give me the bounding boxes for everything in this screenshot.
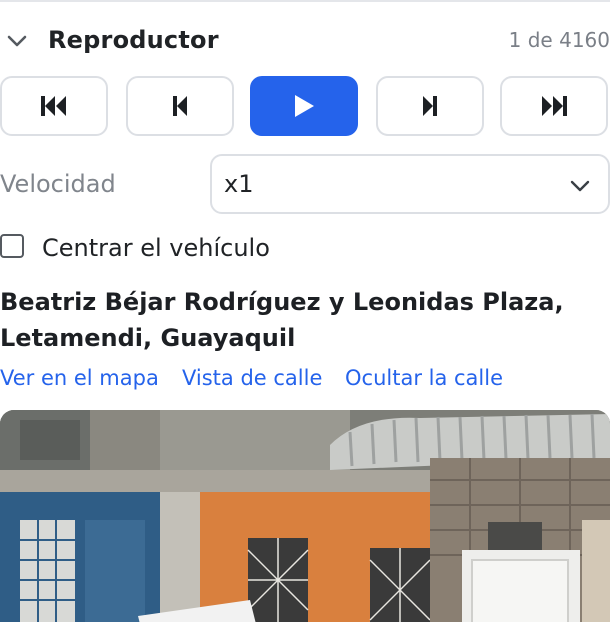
panel-title: Reproductor — [48, 26, 219, 54]
skip-to-end-icon — [542, 96, 567, 116]
step-back-icon — [173, 96, 187, 116]
street-view-image[interactable] — [0, 410, 610, 622]
first-button[interactable] — [0, 76, 108, 136]
location-links: Ver en el mapa Vista de calle Ocultar la… — [0, 366, 610, 398]
previous-button[interactable] — [126, 76, 234, 136]
panel-header: Reproductor 1 de 4160 — [0, 2, 610, 80]
chevron-down-icon — [7, 35, 27, 47]
play-button[interactable] — [250, 76, 358, 136]
center-vehicle-option: Centrar el vehículo — [0, 230, 300, 266]
chevron-down-icon — [570, 180, 590, 192]
collapse-toggle[interactable] — [0, 24, 34, 58]
speed-label: Velocidad — [0, 170, 116, 198]
street-view-link[interactable]: Vista de calle — [182, 366, 322, 390]
view-on-map-link[interactable]: Ver en el mapa — [0, 366, 159, 390]
player-panel: Reproductor 1 de 4160 Velocidad x1 Centr… — [0, 0, 610, 622]
hide-street-link[interactable]: Ocultar la calle — [345, 366, 503, 390]
speed-select[interactable]: x1 — [210, 154, 610, 214]
last-button[interactable] — [500, 76, 608, 136]
street-view-photo — [0, 410, 610, 622]
center-vehicle-label[interactable]: Centrar el vehículo — [42, 234, 270, 262]
address-line-1: Beatriz Béjar Rodríguez y Leonidas Plaza… — [0, 288, 564, 316]
center-vehicle-checkbox[interactable] — [0, 234, 24, 258]
position-counter: 1 de 4160 — [508, 28, 610, 52]
location-address: Beatriz Béjar Rodríguez y Leonidas Plaza… — [0, 284, 606, 356]
address-line-2: Letamendi, Guayaquil — [0, 324, 296, 352]
step-forward-icon — [423, 96, 437, 116]
play-icon — [295, 95, 314, 117]
next-button[interactable] — [376, 76, 484, 136]
speed-select-value: x1 — [224, 170, 254, 198]
skip-to-start-icon — [41, 96, 66, 116]
playback-controls — [0, 76, 610, 138]
